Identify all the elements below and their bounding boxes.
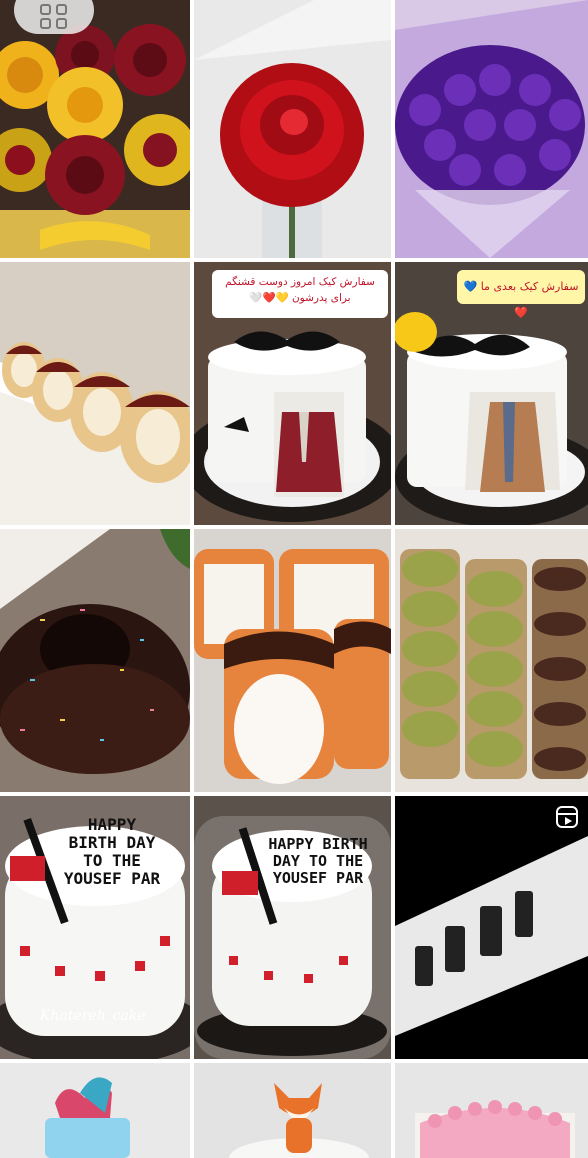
grid-square-icon [40,4,51,15]
post-tile-birthday-cake-domed[interactable]: HAPPY BIRTH DAY TO THE YOUSEF PAR [194,796,391,1059]
reel-cake-letters-image [395,796,588,1059]
post-tile-birthday-cake[interactable]: HAPPY BIRTH DAY TO THE YOUSEF PAR Khater… [0,796,190,1059]
grid-square-icon [56,4,67,15]
post-tile-pink-cake[interactable] [395,1063,588,1158]
profile-posts-grid: سفارش کیک امروز دوست قشنگم برای پدرشون 💛… [0,0,588,1158]
cake-roll-image [0,262,190,525]
post-tile-purple-bouquet[interactable] [395,0,588,258]
fox-cake-image [194,1063,391,1158]
post-caption-banner: سفارش کیک بعدی ما 💙❤️ [457,270,585,319]
post-tile-mermaid-cake[interactable] [0,1063,190,1158]
grid-square-icon [40,18,51,29]
post-tile-fathers-cake-2[interactable]: سفارش کیک بعدی ما 💙❤️ [395,262,588,525]
post-tile-ribbon-roses[interactable] [0,0,190,258]
post-tile-fathers-cake[interactable]: سفارش کیک امروز دوست قشنگم برای پدرشون 💛… [194,262,391,525]
post-tile-choc-rolls[interactable] [194,529,391,792]
album-grid-button[interactable] [14,0,94,34]
post-tile-red-rose[interactable] [194,0,391,258]
bundt-cake-image [0,529,190,792]
post-caption-banner: سفارش کیک امروز دوست قشنگم برای پدرشون 💛… [212,270,388,318]
grid-square-icon [56,18,67,29]
ribbon-roses-image [0,0,190,258]
reel-icon [556,806,578,828]
watermark-text: Khatereh_cake [40,1008,146,1024]
red-rose-image [194,0,391,258]
post-tile-pistachio-rolls[interactable] [395,529,588,792]
cake-inscription: HAPPY BIRTH DAY TO THE YOUSEF PAR [268,835,368,887]
chocolate-rolls-image [194,529,391,792]
purple-bouquet-image [395,0,588,258]
cake-inscription: HAPPY BIRTH DAY TO THE YOUSEF PAR [63,815,161,888]
mermaid-cake-image [0,1063,190,1158]
post-tile-fox-cake[interactable] [194,1063,391,1158]
post-tile-reel-cake[interactable] [395,796,588,1059]
pink-cake-image [395,1063,588,1158]
post-tile-cake-rolls[interactable] [0,262,190,525]
pistachio-rolls-image [395,529,588,792]
post-tile-bundt-cake[interactable] [0,529,190,792]
